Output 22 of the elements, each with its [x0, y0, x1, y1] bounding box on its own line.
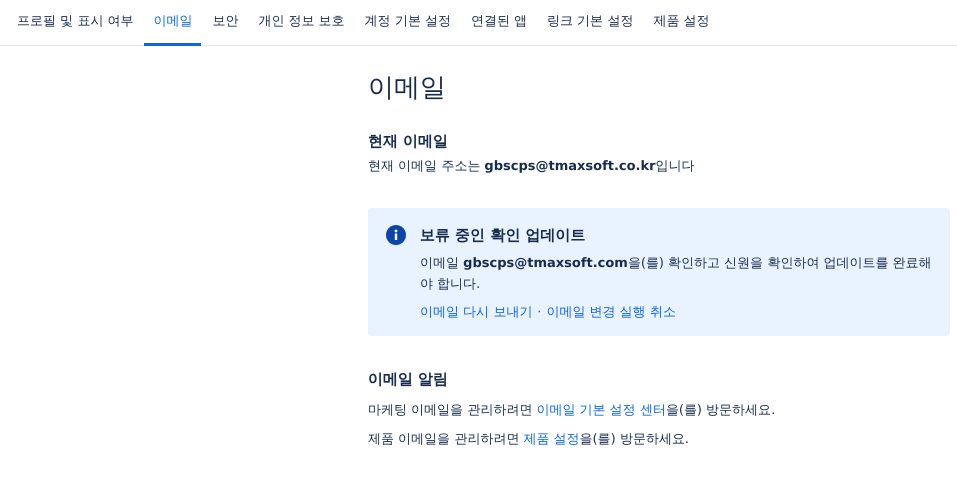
- tab[interactable]: 보안: [203, 0, 248, 46]
- link[interactable]: 이메일 기본 설정 센터: [536, 402, 666, 418]
- separator-dot: ·: [537, 304, 542, 322]
- notification-text: 제품 이메일을 관리하려면 제품 설정 을(를) 방문하세요.: [368, 431, 690, 449]
- tab[interactable]: 이메일: [144, 0, 202, 46]
- tab[interactable]: 계정 기본 설정: [356, 0, 460, 46]
- tab[interactable]: 개인 정보 보호: [249, 0, 354, 46]
- section-heading: 이메일 알림: [368, 369, 450, 390]
- current-email-text: 현재 이메일 주소는 gbscps@tmaxsoft.co.kr입니다: [368, 158, 696, 176]
- section-heading: 현재 이메일: [368, 131, 450, 152]
- tab[interactable]: 프로필 및 표시 여부: [8, 0, 142, 46]
- tab[interactable]: 링크 기본 설정: [538, 0, 642, 46]
- link[interactable]: 이메일 다시 보내기: [420, 302, 532, 322]
- banner-text: 이메일 gbscps@tmaxsoft.com을(를) 확인하고 신원을 확인하여 업데이트를 완료해야 합니다.: [420, 254, 933, 294]
- link[interactable]: 이메일 변경 실행 취소: [546, 302, 676, 322]
- notification-text: 마케팅 이메일을 관리하려면 이메일 기본 설정 센터 을(를) 방문하세요.: [368, 402, 776, 420]
- info-icon: [386, 225, 406, 245]
- link[interactable]: 제품 설정: [523, 432, 580, 447]
- page-title: 이메일: [368, 72, 447, 105]
- banner-title: 보류 중인 확인 업데이트: [420, 225, 587, 246]
- tab[interactable]: 연결된 앱: [462, 0, 536, 46]
- tab[interactable]: 제품 설정: [644, 0, 718, 46]
